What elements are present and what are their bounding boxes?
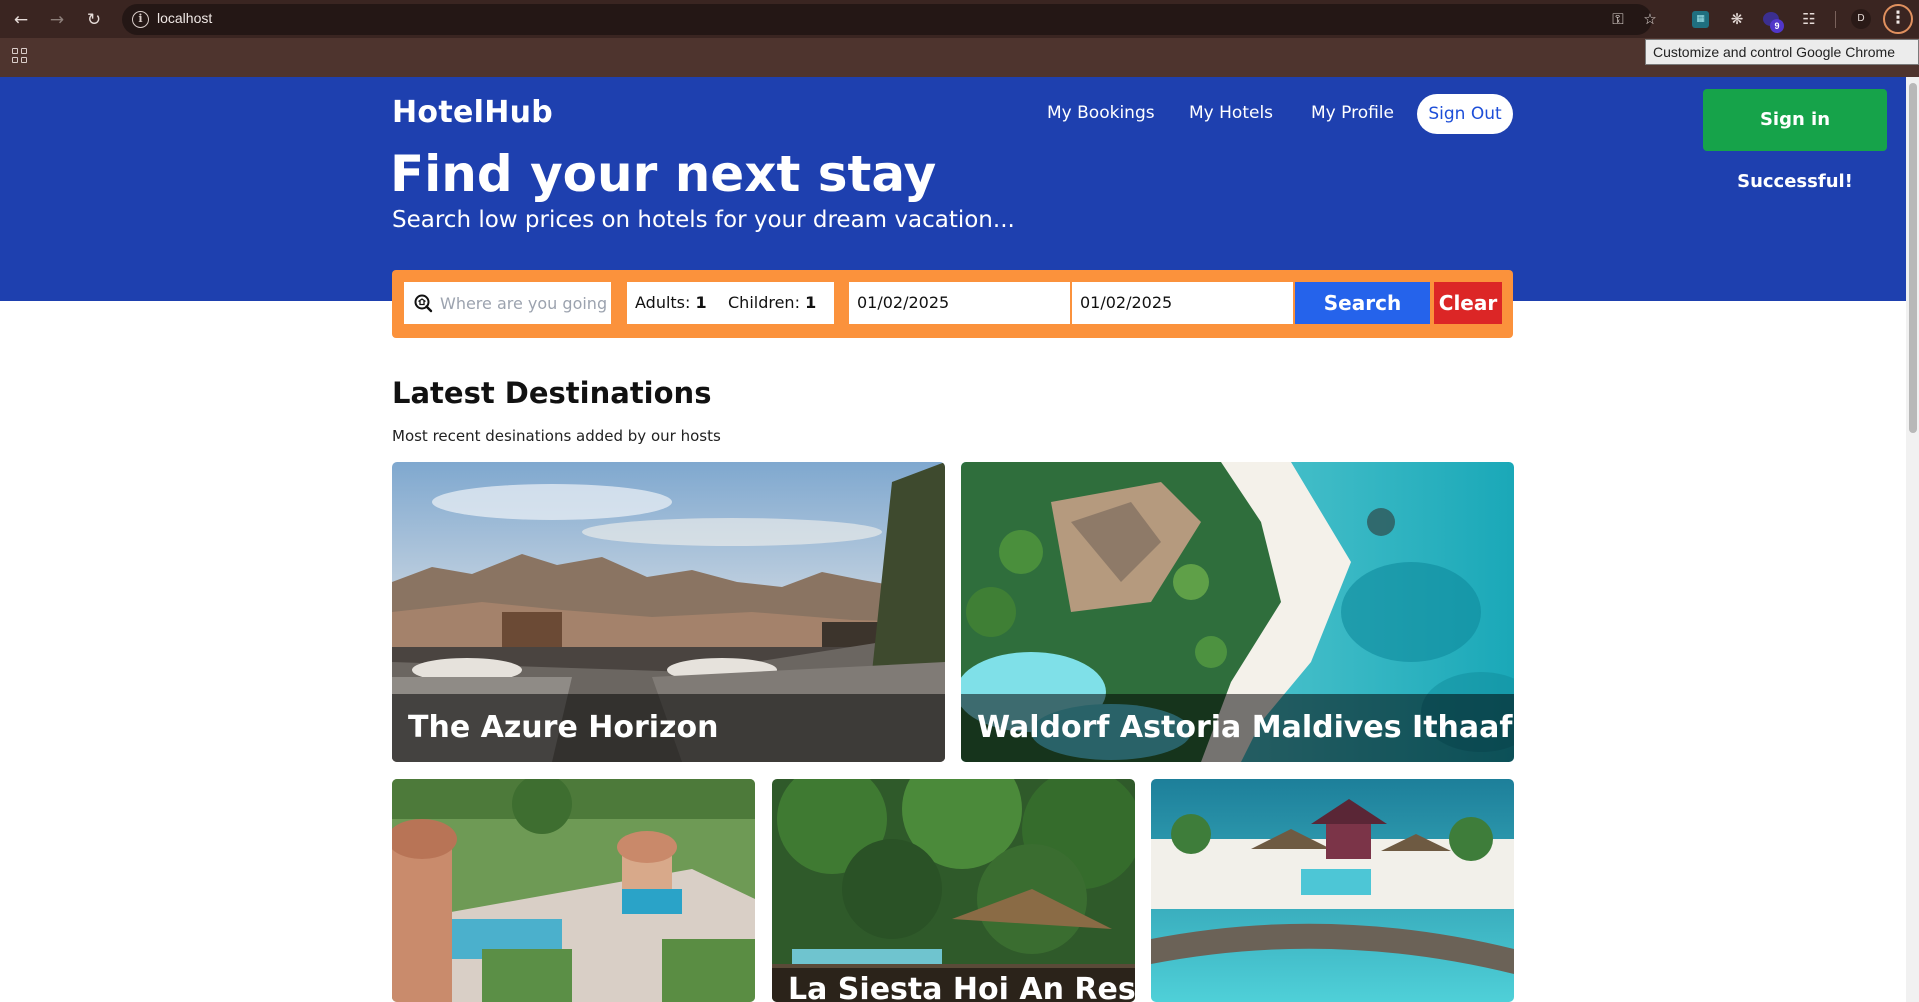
menu-tooltip: Customize and control Google Chrome <box>1645 39 1919 65</box>
sign-out-button[interactable]: Sign Out <box>1417 94 1513 134</box>
hero-subtitle: Search low prices on hotels for your dre… <box>392 207 1015 233</box>
brand-logo[interactable]: HotelHub <box>392 95 553 130</box>
children-label: Children: <box>728 293 800 312</box>
search-travel-icon <box>414 294 433 313</box>
extension-icon[interactable]: ▦ <box>1692 11 1709 28</box>
destination-photo <box>1151 779 1514 1002</box>
nav-my-hotels[interactable]: My Hotels <box>1189 103 1273 123</box>
destination-photo <box>392 779 755 1002</box>
children-value: 1 <box>805 293 817 312</box>
scrollbar-thumb[interactable] <box>1909 83 1917 433</box>
profile-avatar[interactable]: D <box>1851 9 1871 29</box>
guest-count-field: Adults: 1 Children: 1 <box>627 282 834 324</box>
page-scrollbar[interactable] <box>1906 77 1919 1002</box>
site-info-icon[interactable]: i <box>132 11 149 28</box>
success-toast[interactable]: Sign in Successful! <box>1703 89 1887 192</box>
check-in-date-input[interactable]: 01/02/2025 <box>849 282 1070 324</box>
destination-card[interactable]: The Azure Horizon <box>392 462 945 762</box>
destination-field[interactable] <box>404 282 611 324</box>
destination-card[interactable] <box>392 779 755 1002</box>
destination-card-title: La Siesta Hoi An Resort <box>772 968 1135 1002</box>
extension-gear-icon[interactable]: ❋ <box>1726 8 1748 30</box>
adults-label: Adults: <box>635 293 691 312</box>
extensions-puzzle-icon[interactable]: ☷ <box>1798 8 1820 30</box>
kebab-menu-icon[interactable]: ⋮ <box>1883 4 1913 34</box>
forward-icon[interactable]: → <box>45 8 69 32</box>
search-button[interactable]: Search <box>1295 282 1430 324</box>
back-icon[interactable]: ← <box>9 8 33 32</box>
adults-value: 1 <box>695 293 707 312</box>
destination-input[interactable] <box>440 282 608 324</box>
nav-my-bookings[interactable]: My Bookings <box>1047 103 1155 123</box>
destination-card[interactable]: Waldorf Astoria Maldives Ithaafushi <box>961 462 1514 762</box>
bookmarks-bar <box>0 38 1919 77</box>
latest-destinations-subtitle: Most recent desinations added by our hos… <box>392 427 721 445</box>
destination-card[interactable]: La Siesta Hoi An Resort <box>772 779 1135 1002</box>
url-text: localhost <box>157 10 213 26</box>
reload-icon[interactable]: ↻ <box>82 8 106 32</box>
latest-destinations-title: Latest Destinations <box>392 376 712 410</box>
extension-badge-icon[interactable]: 9 <box>1763 10 1784 33</box>
check-out-date-input[interactable]: 01/02/2025 <box>1072 282 1293 324</box>
bookmark-star-icon[interactable]: ☆ <box>1639 8 1661 30</box>
clear-button[interactable]: Clear <box>1434 282 1502 324</box>
destination-card-title: The Azure Horizon <box>392 694 945 762</box>
hero-header: HotelHub My Bookings My Hotels My Profil… <box>0 77 1906 301</box>
adults-stepper[interactable]: Adults: 1 <box>635 282 707 324</box>
hero-title: Find your next stay <box>390 145 937 203</box>
nav-my-profile[interactable]: My Profile <box>1311 103 1394 123</box>
password-key-icon[interactable]: ⚿ <box>1607 8 1629 30</box>
destination-card-title: Waldorf Astoria Maldives Ithaafushi <box>961 694 1514 762</box>
destination-card[interactable] <box>1151 779 1514 1002</box>
search-bar: Adults: 1 Children: 1 01/02/2025 01/02/2… <box>392 270 1513 338</box>
apps-grid-icon[interactable] <box>12 48 28 64</box>
toolbar-divider <box>1835 11 1836 28</box>
extension-badge-count: 9 <box>1770 19 1784 33</box>
children-stepper[interactable]: Children: 1 <box>728 282 816 324</box>
page-viewport: HotelHub My Bookings My Hotels My Profil… <box>0 77 1906 1002</box>
address-bar[interactable]: i localhost <box>122 4 1652 35</box>
